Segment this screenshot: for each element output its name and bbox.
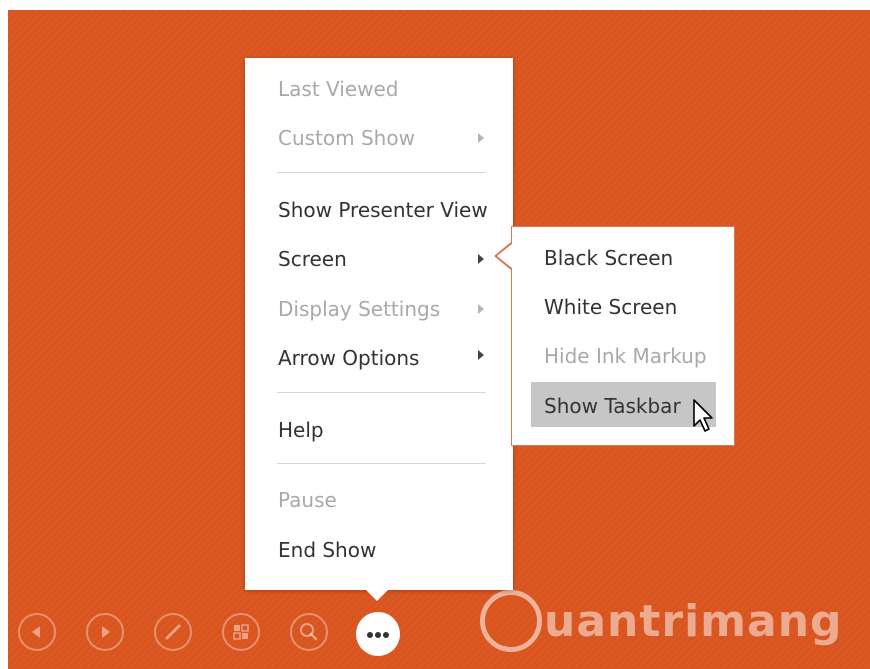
menu-item-show-presenter-view[interactable]: Show Presenter View: [278, 197, 488, 223]
menu-separator: [277, 172, 486, 173]
menu-item-display-settings[interactable]: Display Settings: [278, 296, 440, 322]
next-slide-button[interactable]: [86, 613, 124, 651]
menu-item-end-show[interactable]: End Show: [278, 537, 376, 563]
menu-separator: [277, 463, 486, 464]
zoom-icon: [300, 623, 318, 641]
submenu-arrow-icon: [478, 133, 484, 143]
menu-pointer: [364, 588, 390, 601]
submenu-item-show-taskbar[interactable]: Show Taskbar: [544, 393, 681, 419]
zoom-button[interactable]: [290, 613, 328, 651]
see-all-slides-button[interactable]: [222, 613, 260, 651]
more-options-icon: [367, 632, 373, 638]
menu-item-pause[interactable]: Pause: [278, 487, 337, 513]
submenu-arrow-icon: [478, 254, 484, 264]
more-options-button[interactable]: [356, 612, 400, 656]
next-icon: [102, 626, 110, 638]
submenu-arrow-icon: [478, 350, 484, 360]
watermark-logo-icon: [480, 590, 542, 652]
submenu-item-hide-ink-markup[interactable]: Hide Ink Markup: [544, 343, 707, 369]
submenu-arrow-icon: [478, 304, 484, 314]
menu-item-custom-show[interactable]: Custom Show: [278, 125, 415, 151]
menu-item-help[interactable]: Help: [278, 417, 324, 443]
submenu-item-black-screen[interactable]: Black Screen: [544, 245, 673, 271]
menu-item-screen[interactable]: Screen: [278, 246, 347, 272]
previous-slide-button[interactable]: [18, 613, 56, 651]
mouse-cursor-icon: [693, 399, 713, 432]
menu-item-last-viewed[interactable]: Last Viewed: [278, 76, 398, 102]
pen-tool-button[interactable]: [154, 613, 192, 651]
submenu-item-white-screen[interactable]: White Screen: [544, 294, 677, 320]
previous-icon: [32, 626, 40, 638]
menu-item-arrow-options[interactable]: Arrow Options: [278, 345, 419, 371]
menu-separator: [277, 392, 486, 393]
all-slides-icon: [233, 624, 249, 640]
watermark-text: uantrimang: [544, 596, 843, 647]
pen-icon: [165, 624, 181, 640]
